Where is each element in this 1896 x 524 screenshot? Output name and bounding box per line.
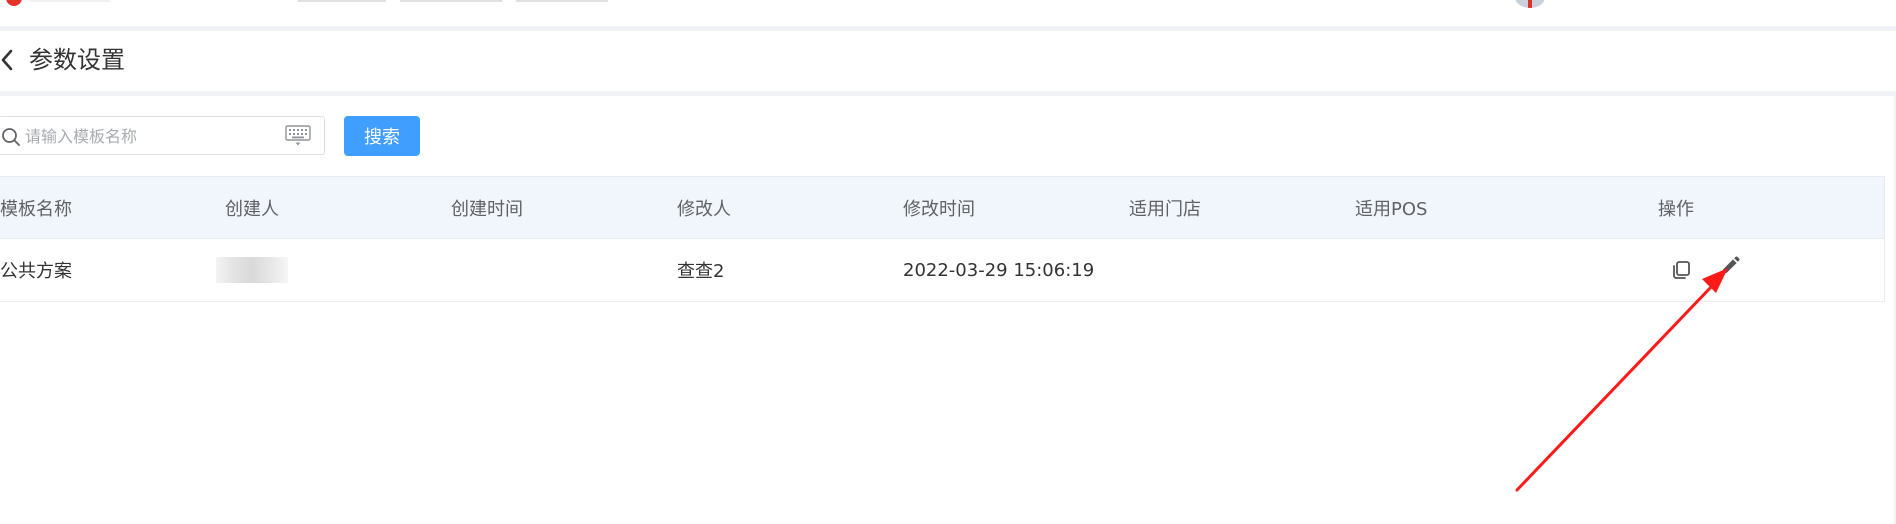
search-icon bbox=[2, 128, 20, 146]
cell-template-name: 公共方案 bbox=[0, 261, 72, 282]
column-header-actions: 操作 bbox=[1658, 198, 1694, 220]
column-header-created-time[interactable]: 创建时间 bbox=[451, 177, 523, 238]
search-box[interactable] bbox=[0, 116, 325, 155]
app-logo bbox=[6, 0, 22, 6]
edit-pencil-icon[interactable] bbox=[1717, 255, 1741, 279]
top-nav-tab-3[interactable] bbox=[516, 0, 608, 2]
keyboard-icon[interactable] bbox=[285, 125, 311, 147]
column-header-template-name[interactable]: 模板名称 bbox=[0, 177, 72, 238]
redacted-creator-name bbox=[216, 257, 288, 283]
app-logo-text bbox=[30, 0, 110, 2]
divider-band-header bbox=[0, 91, 1896, 96]
column-header-applicable-stores[interactable]: 适用门店 bbox=[1129, 177, 1201, 238]
table-row[interactable]: 公共方案 查查2 2022-03-29 15:06:19 bbox=[0, 239, 1885, 302]
page-header bbox=[0, 31, 1896, 91]
top-nav-bar bbox=[0, 0, 1896, 26]
cell-modifier: 查查2 bbox=[677, 261, 725, 282]
column-header-applicable-pos[interactable]: 适用POS bbox=[1355, 177, 1427, 238]
table-header-row: 模板名称 创建人 创建时间 修改人 修改时间 适用门店 适用POS 操作 bbox=[0, 176, 1885, 239]
column-header-creator[interactable]: 创建人 bbox=[225, 177, 279, 238]
cell-creator bbox=[216, 239, 288, 301]
column-header-modifier[interactable]: 修改人 bbox=[677, 177, 731, 238]
chevron-left-icon[interactable] bbox=[0, 48, 14, 72]
search-button[interactable]: 搜索 bbox=[344, 116, 420, 156]
page-title: 参数设置 bbox=[29, 46, 125, 74]
table-right-border bbox=[1884, 176, 1885, 302]
search-input[interactable] bbox=[25, 124, 275, 148]
cell-modified-time: 2022-03-29 15:06:19 bbox=[903, 259, 1095, 281]
top-nav-tab-1[interactable] bbox=[298, 0, 386, 2]
top-nav-tab-2[interactable] bbox=[400, 0, 502, 2]
user-avatar[interactable] bbox=[1515, 0, 1545, 8]
template-table: 模板名称 创建人 创建时间 修改人 修改时间 适用门店 适用POS 操作 公共方… bbox=[0, 176, 1885, 302]
column-header-modified-time[interactable]: 修改时间 bbox=[903, 177, 975, 238]
copy-icon[interactable] bbox=[1670, 259, 1692, 281]
